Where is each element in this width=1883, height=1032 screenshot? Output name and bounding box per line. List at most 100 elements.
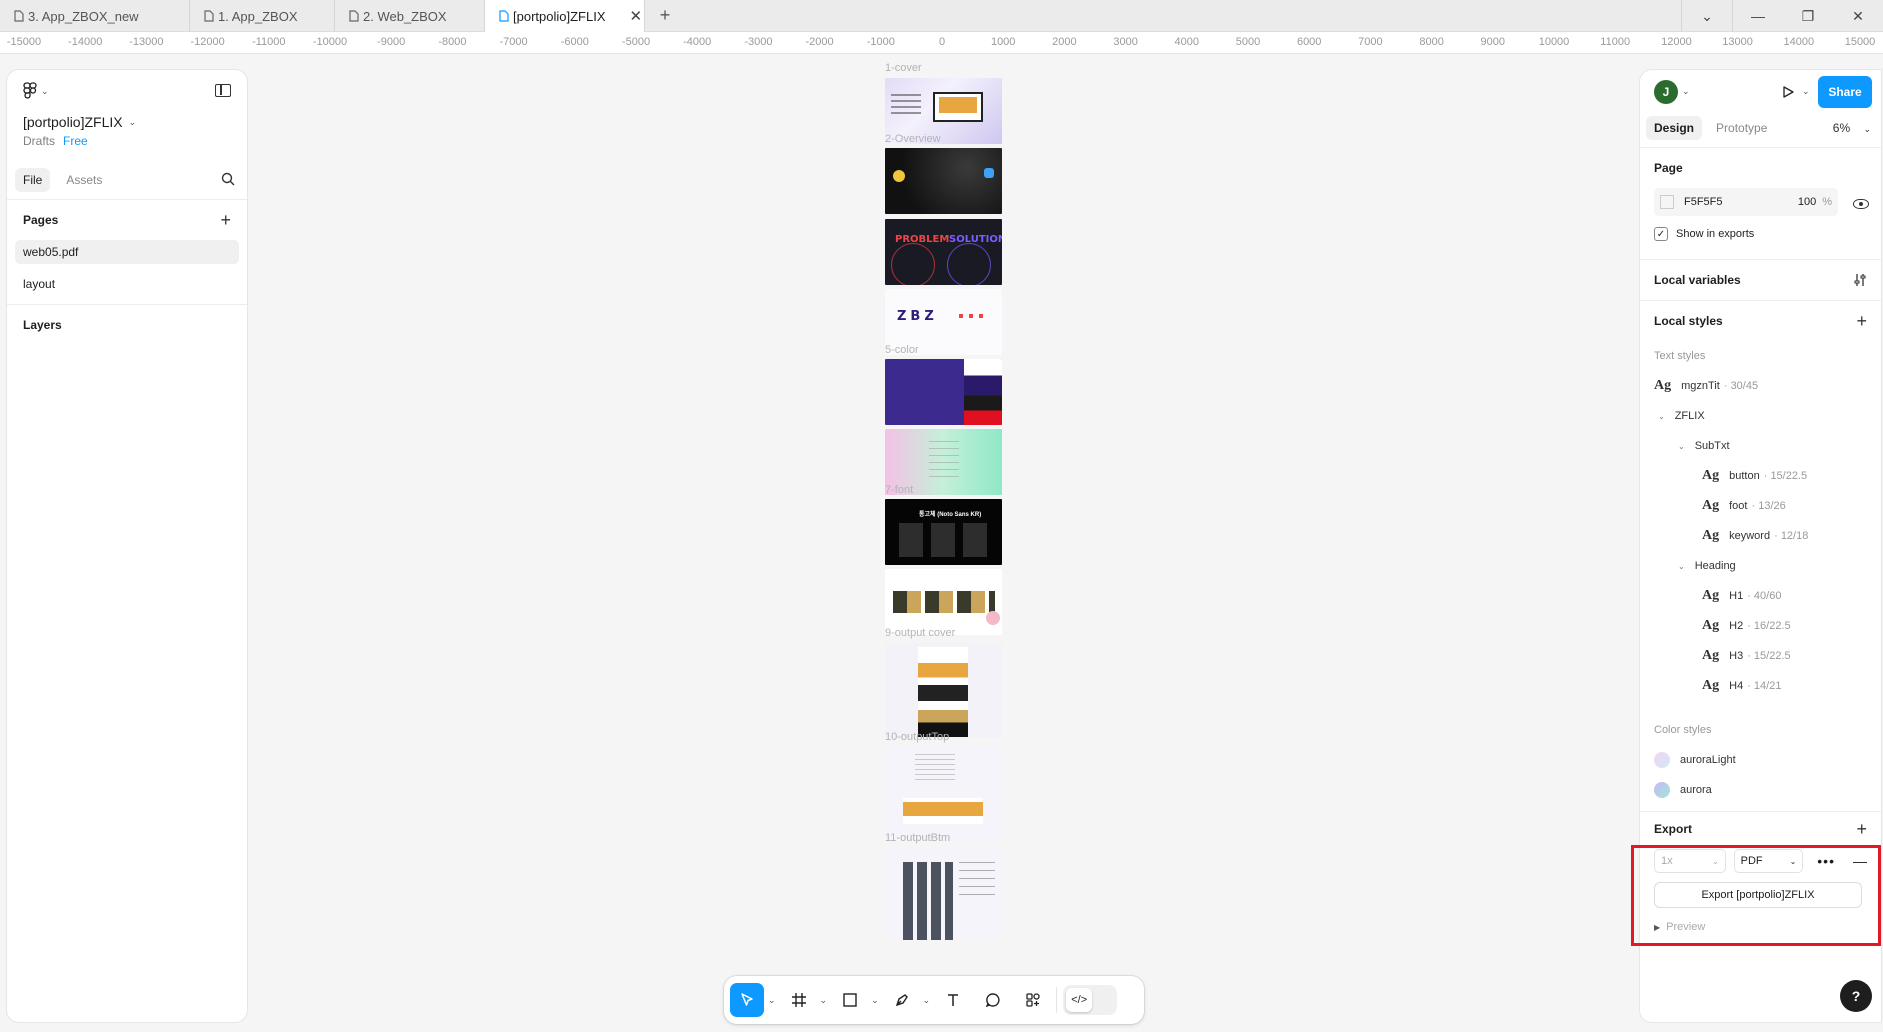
frame-label[interactable]: 9-output cover <box>885 627 955 639</box>
page-item-layout[interactable]: layout <box>15 272 239 296</box>
style-item-h1[interactable]: Ag H1 · 40/60 <box>1654 581 1867 611</box>
text-styles-title: Text styles <box>1654 350 1706 362</box>
move-tool-button[interactable] <box>730 983 764 1017</box>
sidebar-toggle-icon[interactable] <box>215 84 231 97</box>
help-button[interactable]: ? <box>1840 980 1872 1012</box>
frame-posters[interactable] <box>885 569 1002 635</box>
frame-output-cover[interactable] <box>885 643 1002 738</box>
tab-portpolio-zflix[interactable]: [portpolio]ZFLIX ✕ <box>485 0 645 32</box>
tab-file[interactable]: File <box>15 167 51 192</box>
tab-prototype[interactable]: Prototype <box>1708 116 1775 140</box>
ruler-tick: -13000 <box>129 36 164 48</box>
chevron-down-icon[interactable]: ⌄ <box>1682 0 1732 32</box>
tab-app-zbox-new[interactable]: 3. App_ZBOX_new <box>0 0 190 32</box>
frame-label[interactable]: 2-Overview <box>885 133 941 145</box>
page-opacity-value[interactable]: 100 <box>1798 196 1816 208</box>
page-item-web05[interactable]: web05.pdf <box>15 240 239 264</box>
close-icon[interactable]: ✕ <box>630 7 643 25</box>
frame-label[interactable]: 7-font <box>885 484 913 496</box>
style-group-zflix[interactable]: ⌄ ZFLIX <box>1654 401 1867 431</box>
shape-tool-button[interactable] <box>833 983 867 1017</box>
chevron-down-icon[interactable]: ⌄ <box>768 995 776 1006</box>
style-item-foot[interactable]: Ag foot · 13/26 <box>1654 491 1867 521</box>
ruler-tick: -3000 <box>744 36 773 48</box>
play-icon <box>1783 86 1794 98</box>
ruler-tick: 4000 <box>1174 36 1200 48</box>
frame-label[interactable]: 5-color <box>885 344 919 356</box>
style-item-h2[interactable]: Ag H2 · 16/22.5 <box>1654 611 1867 641</box>
style-item-button[interactable]: Ag button · 15/22.5 <box>1654 461 1867 491</box>
ruler-tick: -2000 <box>805 36 834 48</box>
restore-icon[interactable]: ❐ <box>1783 0 1833 32</box>
chevron-down-icon[interactable]: ⌄ <box>923 995 931 1006</box>
close-window-icon[interactable]: ✕ <box>1833 0 1883 32</box>
search-icon[interactable] <box>221 172 235 186</box>
chevron-down-icon[interactable]: ⌄ <box>820 995 828 1006</box>
color-style-aurora[interactable]: aurora <box>1654 775 1867 805</box>
style-item-h3[interactable]: Ag H3 · 15/22.5 <box>1654 641 1867 671</box>
file-location[interactable]: Drafts <box>23 134 55 148</box>
frame-color[interactable] <box>885 359 1002 425</box>
components-icon <box>1026 993 1040 1007</box>
tab-web-zbox[interactable]: 2. Web_ZBOX <box>335 0 485 32</box>
frame-text: 통고체 (Noto Sans KR) <box>919 512 982 518</box>
style-item-mgzntit[interactable]: Ag mgznTit · 30/45 <box>1654 371 1867 401</box>
ruler-tick: 8000 <box>1419 36 1444 48</box>
tab-label: 3. App_ZBOX_new <box>28 8 139 24</box>
ruler-tick: -1000 <box>866 36 895 48</box>
frame-output-top[interactable] <box>885 746 1002 841</box>
avatar[interactable]: J <box>1654 80 1678 104</box>
minimize-icon[interactable]: — <box>1733 0 1783 32</box>
frame-label[interactable]: 10-outputTop <box>885 731 949 743</box>
frame-problem-solution[interactable]: PROBLEM SOLUTION <box>885 219 1002 285</box>
style-item-h4[interactable]: Ag H4 · 14/21 <box>1654 671 1867 701</box>
frame-text: PROBLEM <box>895 234 950 245</box>
pages-title: Pages <box>23 213 59 227</box>
dev-mode-toggle[interactable]: </> <box>1063 985 1118 1015</box>
style-group-subtxt[interactable]: ⌄ SubTxt <box>1654 431 1867 461</box>
tab-assets[interactable]: Assets <box>58 168 110 192</box>
frame-label[interactable]: 11-outputBtm <box>885 832 950 844</box>
frame-overview[interactable] <box>885 148 1002 214</box>
style-meta: · 16/22.5 <box>1747 620 1791 632</box>
actions-tool-button[interactable] <box>1016 983 1050 1017</box>
comment-tool-button[interactable] <box>976 983 1010 1017</box>
page-color-value[interactable]: F5F5F5 <box>1684 196 1723 208</box>
left-panel: ⌄ [portpolio]ZFLIX ⌄ Drafts Free File Ass… <box>7 70 247 1022</box>
new-tab-button[interactable]: + <box>645 0 685 31</box>
ruler-tick: -8000 <box>438 36 467 48</box>
chevron-down-icon[interactable]: ⌄ <box>871 995 879 1006</box>
frame-font[interactable]: 통고체 (Noto Sans KR) <box>885 499 1002 565</box>
eye-icon[interactable] <box>1853 199 1869 209</box>
zoom-dropdown[interactable]: 6% ⌄ <box>1833 121 1871 135</box>
file-name-button[interactable]: [portpolio]ZFLIX ⌄ <box>23 114 231 130</box>
pen-tool-button[interactable] <box>885 983 919 1017</box>
frame-label[interactable]: 1-cover <box>885 62 922 74</box>
main-menu-button[interactable]: ⌄ <box>23 82 231 100</box>
page-color-field[interactable]: F5F5F5 100 % <box>1654 188 1838 216</box>
show-in-exports-checkbox[interactable]: ✓ <box>1654 227 1668 241</box>
add-style-icon[interactable]: + <box>1856 311 1867 332</box>
ruler-tick: 13000 <box>1722 36 1753 48</box>
frame-text: SOLUTION <box>949 234 1002 245</box>
chevron-down-icon[interactable]: ⌄ <box>1802 86 1810 97</box>
frame-output-bottom[interactable] <box>885 848 1002 940</box>
color-swatch[interactable] <box>1660 195 1674 209</box>
chevron-down-icon[interactable]: ⌄ <box>1682 86 1690 97</box>
style-group-heading[interactable]: ⌄ Heading <box>1654 551 1867 581</box>
comment-icon <box>985 993 1000 1008</box>
share-button[interactable]: Share <box>1818 76 1872 108</box>
style-item-keyword[interactable]: Ag keyword · 12/18 <box>1654 521 1867 551</box>
ruler-tick: -6000 <box>560 36 589 48</box>
variables-icon[interactable] <box>1853 273 1867 287</box>
add-export-icon[interactable]: + <box>1856 819 1867 840</box>
add-page-icon[interactable]: + <box>220 210 231 231</box>
plan-badge[interactable]: Free <box>63 134 88 148</box>
ruler-tick: -9000 <box>377 36 406 48</box>
tab-app-zbox[interactable]: 1. App_ZBOX <box>190 0 335 32</box>
text-tool-button[interactable] <box>936 983 970 1017</box>
frame-tool-button[interactable] <box>782 983 816 1017</box>
present-button[interactable] <box>1776 80 1800 104</box>
color-style-aurora-light[interactable]: auroraLight <box>1654 745 1867 775</box>
tab-design[interactable]: Design <box>1646 116 1703 140</box>
